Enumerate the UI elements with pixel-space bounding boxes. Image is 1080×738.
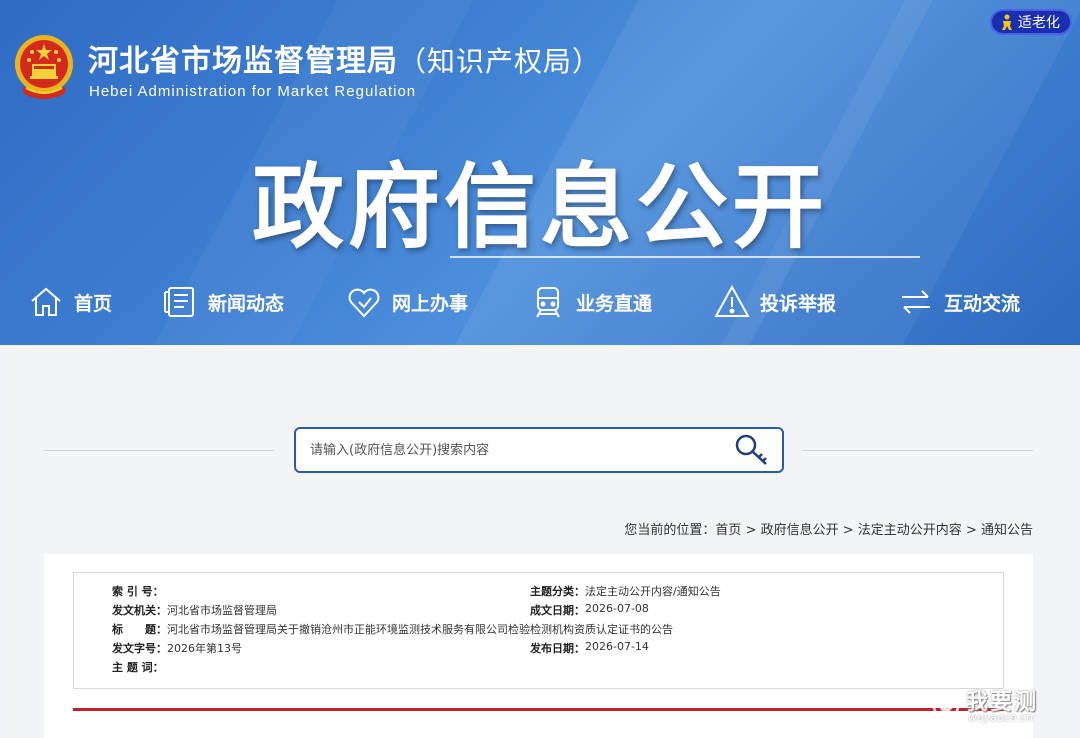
breadcrumb-separator: > bbox=[838, 523, 858, 538]
watermark-url: woyaoce.cn bbox=[968, 711, 1034, 724]
nav-label: 网上办事 bbox=[392, 292, 469, 315]
meta-label: 成文日期： bbox=[530, 604, 585, 617]
site-title-en: Hebei Administration for Market Regulati… bbox=[89, 83, 417, 100]
heart-icon bbox=[348, 288, 380, 318]
meta-value: 河北省市场监督管理局关于撤销沧州市正能环境监测技术服务有限公司检验检测机构资质认… bbox=[167, 623, 673, 636]
divider bbox=[44, 450, 274, 451]
elder-mode-label: 适老化 bbox=[1018, 15, 1060, 31]
meta-label: 主 题 词： bbox=[112, 661, 164, 674]
meta-date-published: 发布日期： 2026-07-14 bbox=[530, 640, 649, 659]
meta-label: 主题分类： bbox=[530, 585, 585, 598]
meta-title: 标 题： 河北省市场监督管理局关于撤销沧州市正能环境监测技术服务有限公司检验检测机… bbox=[112, 621, 673, 640]
meta-index-no: 索 引 号： bbox=[112, 583, 164, 602]
watermark-logo-icon bbox=[929, 692, 963, 720]
nav-label: 业务直通 bbox=[576, 292, 653, 315]
nav-item-news[interactable]: 新闻动态 bbox=[162, 278, 284, 326]
elder-person-icon bbox=[1002, 14, 1012, 30]
search-button[interactable] bbox=[722, 429, 782, 471]
meta-label: 发文字号： bbox=[112, 642, 167, 655]
nav-label: 投诉举报 bbox=[760, 292, 837, 315]
search-icon bbox=[735, 434, 767, 465]
meta-value: 法定主动公开内容/通知公告 bbox=[585, 585, 721, 598]
site-title: 河北省市场监督管理局（知识产权局） bbox=[88, 44, 602, 79]
site-title-sub: （知识产权局） bbox=[398, 45, 602, 78]
meta-label: 发文机关： bbox=[112, 604, 167, 617]
search-box bbox=[294, 427, 784, 473]
breadcrumb-home[interactable]: 首页 bbox=[715, 523, 741, 538]
nav-item-business[interactable]: 业务直通 bbox=[530, 278, 652, 326]
main-nav: 首页 新闻动态 网上办事 业务直通 投诉举报 互动交流 bbox=[0, 278, 1080, 326]
watermark: 我要测 woyaoce.cn bbox=[926, 684, 1056, 728]
hero-underline bbox=[450, 256, 920, 258]
national-emblem-icon bbox=[15, 35, 73, 99]
nav-label: 互动交流 bbox=[944, 292, 1021, 315]
meta-category: 主题分类： 法定主动公开内容/通知公告 bbox=[530, 583, 721, 602]
meta-issuer: 发文机关： 河北省市场监督管理局 bbox=[112, 602, 277, 621]
nav-label: 首页 bbox=[74, 292, 113, 315]
breadcrumb-gov-info[interactable]: 政府信息公开 bbox=[761, 523, 839, 538]
header-banner: 河北省市场监督管理局（知识产权局） Hebei Administration f… bbox=[0, 0, 1080, 345]
title-rule bbox=[73, 708, 1004, 711]
meta-keywords: 主 题 词： bbox=[112, 659, 164, 678]
metadata-table: 索 引 号： 主题分类： 法定主动公开内容/通知公告 发文机关： 河北省市场监督管理… bbox=[73, 572, 1004, 689]
nav-item-online-service[interactable]: 网上办事 bbox=[346, 278, 468, 326]
hero-title: 政府信息公开 bbox=[251, 154, 828, 261]
nav-item-home[interactable]: 首页 bbox=[28, 278, 112, 326]
divider bbox=[803, 450, 1033, 451]
breadcrumb-prefix: 您当前的位置： bbox=[624, 523, 716, 538]
breadcrumb: 您当前的位置：首页 > 政府信息公开 > 法定主动公开内容 > 通知公告 bbox=[624, 519, 1033, 538]
news-icon bbox=[164, 287, 194, 317]
meta-value: 2026-07-14 bbox=[585, 640, 649, 653]
home-icon bbox=[31, 287, 61, 316]
breadcrumb-notice[interactable]: 通知公告 bbox=[981, 523, 1033, 538]
meta-value: 河北省市场监督管理局 bbox=[167, 604, 277, 617]
nav-item-interaction[interactable]: 互动交流 bbox=[898, 278, 1020, 326]
nav-label: 新闻动态 bbox=[208, 292, 285, 315]
breadcrumb-separator: > bbox=[961, 523, 981, 538]
meta-label: 索 引 号： bbox=[112, 585, 164, 598]
search-input[interactable] bbox=[296, 429, 722, 471]
train-icon bbox=[536, 287, 560, 318]
nav-item-complaint[interactable]: 投诉举报 bbox=[714, 278, 836, 326]
warning-icon bbox=[714, 284, 750, 317]
meta-doc-no: 发文字号： 2026年第13号 bbox=[112, 640, 242, 659]
meta-label: 发布日期： bbox=[530, 642, 585, 655]
meta-value: 2026年第13号 bbox=[167, 642, 242, 655]
exchange-icon bbox=[902, 290, 930, 314]
meta-date-created: 成文日期： 2026-07-08 bbox=[530, 602, 649, 621]
elder-mode-button[interactable]: 适老化 bbox=[990, 9, 1072, 35]
breadcrumb-mandatory[interactable]: 法定主动公开内容 bbox=[858, 523, 962, 538]
meta-label: 标 题： bbox=[112, 623, 167, 636]
meta-value: 2026-07-08 bbox=[585, 602, 649, 615]
breadcrumb-separator: > bbox=[741, 523, 761, 538]
